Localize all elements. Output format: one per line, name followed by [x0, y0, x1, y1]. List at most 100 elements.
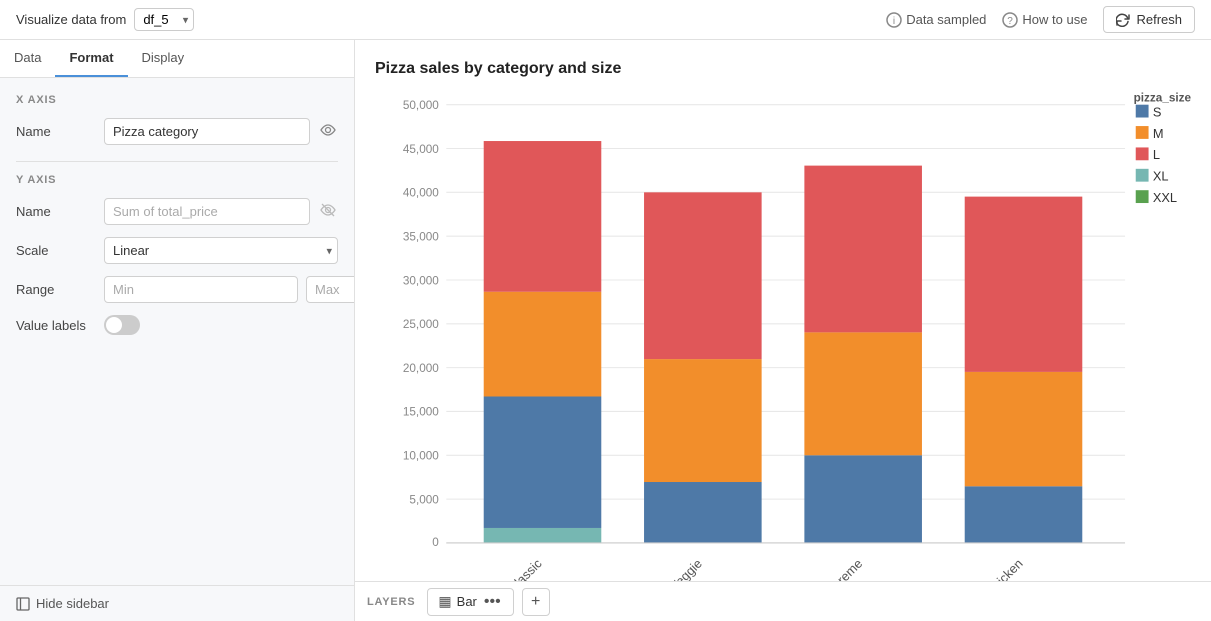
tab-data[interactable]: Data — [0, 40, 55, 77]
svg-text:pizza_size: pizza_size — [1134, 91, 1192, 104]
visualize-label: Visualize data from — [16, 12, 126, 27]
chart-area: Pizza sales by category and size 50,000 … — [355, 40, 1211, 621]
refresh-button[interactable]: Refresh — [1103, 6, 1195, 33]
x-axis-name-input[interactable] — [104, 118, 310, 145]
svg-text:L: L — [1153, 147, 1160, 162]
refresh-icon — [1116, 13, 1130, 27]
y-axis-range-label: Range — [16, 282, 96, 297]
bar-classic-l — [484, 141, 602, 292]
chart-main: Pizza sales by category and size 50,000 … — [355, 40, 1211, 581]
refresh-label: Refresh — [1136, 12, 1182, 27]
svg-text:Chicken: Chicken — [982, 556, 1025, 581]
svg-text:i: i — [893, 16, 895, 27]
sidebar-tabs: Data Format Display — [0, 40, 354, 78]
y-axis-scale-row: Scale Linear Logarithmic — [16, 237, 338, 264]
how-to-use-label: How to use — [1022, 12, 1087, 27]
y-axis-range-row: Range — [16, 276, 338, 303]
y-axis-name-row: Name — [16, 198, 338, 225]
eye-icon — [320, 122, 336, 138]
svg-text:35,000: 35,000 — [403, 230, 439, 243]
chart-title: Pizza sales by category and size — [375, 60, 1191, 78]
svg-text:S: S — [1153, 104, 1162, 119]
chart-bottom: LAYERS ▦ Bar ••• + — [355, 581, 1211, 621]
svg-text:5,000: 5,000 — [409, 493, 439, 506]
y-axis-title: Y AXIS — [16, 174, 338, 186]
y-axis-eye-button[interactable] — [318, 200, 338, 223]
main-layout: Data Format Display X AXIS Name — [0, 40, 1211, 621]
chart-container: 50,000 45,000 40,000 35,000 30,000 25,00… — [375, 94, 1191, 575]
svg-text:10,000: 10,000 — [403, 450, 439, 463]
y-axis-section: Y AXIS Name Scale Linear Logarithmic — [16, 174, 338, 335]
sidebar: Data Format Display X AXIS Name — [0, 40, 355, 621]
how-to-use-info[interactable]: ? How to use — [1002, 12, 1087, 28]
bar-veggie-s — [644, 482, 762, 543]
scale-select-wrapper[interactable]: Linear Logarithmic — [104, 237, 338, 264]
value-labels-row: Value labels — [16, 315, 338, 335]
topbar-left: Visualize data from df_5 — [16, 8, 194, 31]
x-axis-name-label: Name — [16, 124, 96, 139]
topbar-right: i Data sampled ? How to use Refresh — [886, 6, 1195, 33]
svg-text:?: ? — [1008, 16, 1014, 27]
bar-chicken-l — [965, 197, 1083, 372]
data-sampled-info[interactable]: i Data sampled — [886, 12, 986, 28]
range-min-input[interactable] — [104, 276, 298, 303]
hide-sidebar-label: Hide sidebar — [36, 596, 109, 611]
bar-tab-options-button[interactable]: ••• — [482, 593, 503, 611]
value-labels-toggle[interactable] — [104, 315, 140, 335]
x-axis-title: X AXIS — [16, 94, 338, 106]
x-axis-section: X AXIS Name — [16, 94, 338, 145]
value-labels-label: Value labels — [16, 318, 96, 333]
axis-divider — [16, 161, 338, 162]
sidebar-icon — [16, 597, 30, 611]
tab-display[interactable]: Display — [128, 40, 199, 77]
y-axis-name-label: Name — [16, 204, 96, 219]
svg-text:40,000: 40,000 — [403, 187, 439, 200]
bar-tab-label: Bar — [457, 594, 477, 609]
svg-text:25,000: 25,000 — [403, 318, 439, 331]
svg-text:Classic: Classic — [505, 555, 545, 581]
svg-text:XL: XL — [1153, 169, 1169, 184]
dataset-select-wrapper[interactable]: df_5 — [134, 8, 194, 31]
bar-veggie-l — [644, 192, 762, 359]
svg-text:Supreme: Supreme — [818, 556, 865, 581]
bar-supreme-s — [804, 455, 922, 543]
bar-tab[interactable]: ▦ Bar ••• — [427, 588, 513, 616]
bar-chicken-s — [965, 486, 1083, 543]
value-labels-toggle-wrapper[interactable] — [104, 315, 140, 335]
scale-select[interactable]: Linear Logarithmic — [104, 237, 338, 264]
svg-text:XXL: XXL — [1153, 190, 1177, 205]
topbar: Visualize data from df_5 i Data sampled … — [0, 0, 1211, 40]
add-layer-button[interactable]: + — [522, 588, 550, 616]
bar-classic-s — [484, 396, 602, 527]
svg-text:M: M — [1153, 126, 1164, 141]
tab-format[interactable]: Format — [55, 40, 127, 77]
dataset-select[interactable]: df_5 — [134, 8, 194, 31]
y-axis-name-input[interactable] — [104, 198, 310, 225]
svg-text:Veggie: Veggie — [667, 556, 705, 581]
sidebar-content: X AXIS Name Y AXIS Name — [0, 78, 354, 585]
svg-text:50,000: 50,000 — [403, 99, 439, 112]
bar-classic-m — [484, 292, 602, 397]
bar-chicken-m — [965, 372, 1083, 486]
range-max-input[interactable] — [306, 276, 354, 303]
svg-text:20,000: 20,000 — [403, 362, 439, 375]
data-sampled-label: Data sampled — [906, 12, 986, 27]
svg-text:30,000: 30,000 — [403, 274, 439, 287]
bar-classic-xl — [484, 528, 602, 543]
x-axis-name-row: Name — [16, 118, 338, 145]
bar-veggie-m — [644, 359, 762, 482]
bar-supreme-l — [804, 166, 922, 333]
chart-svg: 50,000 45,000 40,000 35,000 30,000 25,00… — [375, 94, 1191, 575]
info-icon: i — [886, 12, 902, 28]
x-axis-eye-button[interactable] — [318, 120, 338, 143]
layers-label: LAYERS — [367, 596, 415, 608]
svg-text:45,000: 45,000 — [403, 143, 439, 156]
bar-supreme-m — [804, 332, 922, 455]
range-inputs — [104, 276, 354, 303]
eye-slash-icon — [320, 202, 336, 218]
y-axis-scale-label: Scale — [16, 243, 96, 258]
svg-text:0: 0 — [432, 536, 439, 549]
question-icon: ? — [1002, 12, 1018, 28]
svg-text:15,000: 15,000 — [403, 406, 439, 419]
hide-sidebar-button[interactable]: Hide sidebar — [0, 585, 354, 621]
